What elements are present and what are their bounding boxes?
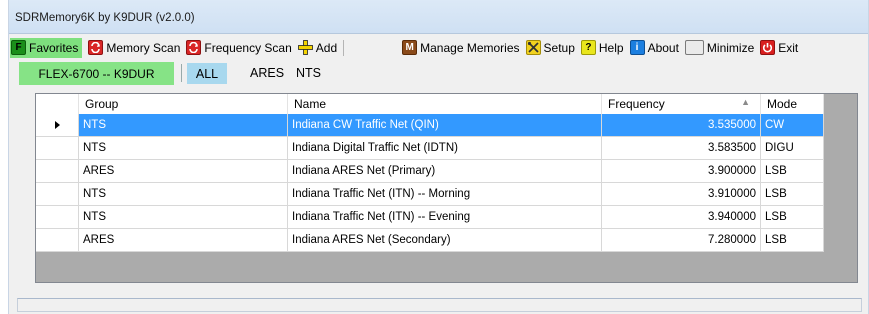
about-button[interactable]: i About — [629, 38, 679, 58]
row-header[interactable] — [36, 114, 79, 137]
row-header[interactable] — [36, 229, 79, 252]
add-button[interactable]: Add — [297, 38, 338, 58]
favorites-button[interactable]: F Favorites — [10, 37, 83, 58]
row-header-corner — [36, 94, 79, 114]
cell-frequency[interactable]: 3.583500 — [602, 137, 761, 160]
help-icon: ? — [580, 40, 596, 55]
current-row-icon — [54, 121, 60, 129]
status-panel — [17, 298, 862, 312]
minimize-label: Minimize — [706, 40, 755, 55]
cell-name[interactable]: Indiana CW Traffic Net (QIN) — [288, 114, 602, 137]
cell-group[interactable]: ARES — [79, 160, 288, 183]
cell-mode[interactable]: CW — [761, 114, 824, 137]
cell-mode[interactable]: LSB — [761, 160, 824, 183]
scan-loop-icon — [186, 40, 202, 55]
power-icon — [760, 40, 776, 55]
favorites-label: Favorites — [29, 40, 79, 55]
cell-frequency[interactable]: 3.910000 — [602, 183, 761, 206]
exit-label: Exit — [778, 40, 799, 55]
filter-nts[interactable]: NTS — [296, 66, 321, 80]
frequency-scan-label: Frequency Scan — [204, 40, 292, 55]
cell-frequency[interactable]: 3.900000 — [602, 160, 761, 183]
column-header-name[interactable]: Name — [288, 94, 602, 114]
table-row[interactable]: ARES Indiana ARES Net (Primary) 3.900000 LS… — [36, 160, 824, 183]
table-row[interactable]: ARES Indiana ARES Net (Secondary) 7.280000… — [36, 229, 824, 252]
cell-mode[interactable]: DIGU — [761, 137, 824, 160]
table-row[interactable]: NTS Indiana CW Traffic Net (QIN) 3.535000 C… — [36, 114, 824, 137]
cell-name[interactable]: Indiana ARES Net (Secondary) — [288, 229, 602, 252]
toolbar: F Favorites Memory Scan Frequency Scan A… — [10, 37, 868, 58]
row-header[interactable] — [36, 160, 79, 183]
memory-scan-button[interactable]: Memory Scan — [88, 38, 180, 58]
favorites-icon: F — [11, 40, 26, 55]
manage-memories-button[interactable]: M Manage Memories — [402, 38, 520, 58]
memory-scan-label: Memory Scan — [106, 40, 181, 55]
info-icon: i — [629, 40, 645, 55]
cell-name[interactable]: Indiana ARES Net (Primary) — [288, 160, 602, 183]
scan-loop-icon — [88, 40, 104, 55]
row-header[interactable] — [36, 206, 79, 229]
cell-name[interactable]: Indiana Traffic Net (ITN) -- Evening — [288, 206, 602, 229]
help-label: Help — [598, 40, 624, 55]
cell-group[interactable]: ARES — [79, 229, 288, 252]
cell-group[interactable]: NTS — [79, 114, 288, 137]
radio-tab[interactable]: FLEX-6700 -- K9DUR — [19, 62, 174, 85]
row-header[interactable] — [36, 137, 79, 160]
tools-icon — [525, 40, 541, 55]
cell-group[interactable]: NTS — [79, 206, 288, 229]
radio-tab-label: FLEX-6700 -- K9DUR — [38, 66, 155, 81]
cell-frequency[interactable]: 7.280000 — [602, 229, 761, 252]
table-row[interactable]: NTS Indiana Traffic Net (ITN) -- Evening 3… — [36, 206, 824, 229]
frequency-scan-button[interactable]: Frequency Scan — [186, 38, 292, 58]
setup-button[interactable]: Setup — [525, 38, 575, 58]
memories-grid: Group Name Frequency ▲ Mode NTS Indiana C… — [35, 93, 858, 283]
app-window: SDRMemory6K by K9DUR (v2.0.0) F Favorite… — [8, 0, 869, 314]
help-button[interactable]: ? Help — [580, 38, 624, 58]
table-row[interactable]: NTS Indiana Traffic Net (ITN) -- Morning 3… — [36, 183, 824, 206]
cell-mode[interactable]: LSB — [761, 229, 824, 252]
filter-divider — [181, 64, 182, 82]
title-bar[interactable]: SDRMemory6K by K9DUR (v2.0.0) — [9, 0, 868, 34]
cell-mode[interactable]: LSB — [761, 206, 824, 229]
exit-button[interactable]: Exit — [760, 38, 798, 58]
minimize-icon — [684, 40, 704, 55]
column-header-frequency-label: Frequency — [608, 97, 665, 111]
window-title: SDRMemory6K by K9DUR (v2.0.0) — [15, 12, 195, 24]
cell-group[interactable]: NTS — [79, 137, 288, 160]
row-header[interactable] — [36, 183, 79, 206]
table-row[interactable]: NTS Indiana Digital Traffic Net (IDTN) 3.5… — [36, 137, 824, 160]
column-header-mode[interactable]: Mode — [761, 94, 824, 114]
filter-all-label: ALL — [195, 66, 219, 81]
cell-frequency[interactable]: 3.535000 — [602, 114, 761, 137]
setup-label: Setup — [543, 40, 575, 55]
cell-name[interactable]: Indiana Traffic Net (ITN) -- Morning — [288, 183, 602, 206]
column-header-frequency[interactable]: Frequency ▲ — [602, 94, 761, 114]
sort-ascending-icon: ▲ — [741, 97, 750, 107]
add-label: Add — [315, 40, 338, 55]
toolbar-divider — [343, 39, 345, 56]
cell-group[interactable]: NTS — [79, 183, 288, 206]
manage-icon: M — [402, 40, 418, 55]
filter-ares[interactable]: ARES — [250, 66, 284, 80]
plus-icon — [297, 40, 313, 55]
filter-all[interactable]: ALL — [187, 63, 227, 84]
column-header-group[interactable]: Group — [79, 94, 288, 114]
about-label: About — [647, 40, 679, 55]
cell-mode[interactable]: LSB — [761, 183, 824, 206]
minimize-button[interactable]: Minimize — [684, 38, 755, 58]
cell-frequency[interactable]: 3.940000 — [602, 206, 761, 229]
manage-memories-label: Manage Memories — [420, 40, 520, 55]
cell-name[interactable]: Indiana Digital Traffic Net (IDTN) — [288, 137, 602, 160]
grid-header: Group Name Frequency ▲ Mode — [36, 94, 824, 114]
